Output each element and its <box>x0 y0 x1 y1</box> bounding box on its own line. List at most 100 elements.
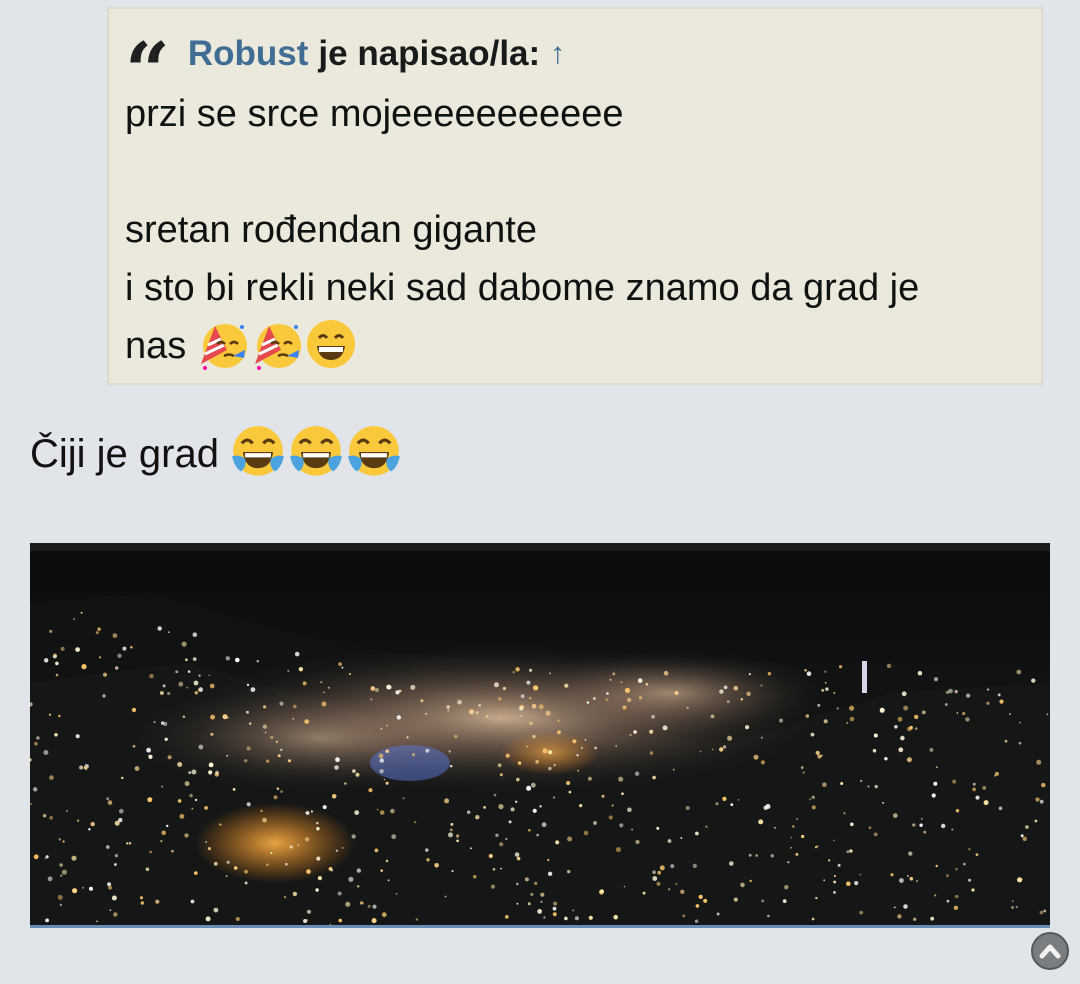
city-light <box>956 712 959 714</box>
city-light <box>633 730 637 734</box>
city-light <box>749 879 752 883</box>
city-light <box>627 697 632 703</box>
city-light <box>529 721 533 725</box>
city-light <box>264 731 267 734</box>
city-light <box>516 777 520 782</box>
city-light <box>745 725 750 730</box>
city-light <box>577 769 580 772</box>
city-light <box>162 684 166 688</box>
scroll-to-top-button[interactable] <box>1031 932 1069 970</box>
city-light <box>450 765 453 768</box>
city-light <box>89 886 93 891</box>
city-light <box>530 892 534 896</box>
city-light <box>209 683 215 689</box>
grinning-face-emoji <box>306 319 355 368</box>
city-light <box>805 714 810 718</box>
city-light <box>36 736 40 740</box>
city-light <box>338 662 342 666</box>
city-light <box>265 759 270 763</box>
city-light <box>867 785 870 788</box>
jump-to-post-icon[interactable]: ↑ <box>550 37 565 71</box>
quote-line: i sto bi rekli neki sad dabome znamo da … <box>125 267 920 309</box>
partying-face-emoji <box>200 323 247 370</box>
city-light <box>505 753 510 758</box>
city-light <box>846 850 850 854</box>
city-light <box>539 805 542 808</box>
city-light <box>57 894 63 900</box>
city-light <box>348 876 354 882</box>
city-light <box>451 869 454 873</box>
city-light <box>836 707 839 710</box>
city-light <box>954 689 958 694</box>
city-light <box>765 804 771 809</box>
city-light <box>385 781 389 785</box>
city-light <box>410 684 416 690</box>
city-light <box>540 900 543 903</box>
city-light <box>386 724 388 727</box>
quote-line: przi se srce mojeeeeeeeeeee <box>125 93 624 135</box>
city-light <box>191 807 194 810</box>
city-light <box>968 878 972 882</box>
city-light <box>182 715 186 718</box>
city-light <box>540 892 545 897</box>
city-light <box>448 832 453 838</box>
city-light <box>306 869 311 874</box>
city-light <box>622 705 627 710</box>
city-light <box>584 738 587 741</box>
city-light <box>631 828 634 831</box>
quote-author-link[interactable]: Robust <box>188 34 309 74</box>
city-light <box>80 611 83 614</box>
quote-header: “ Robust je napisao/la: ↑ <box>125 31 1025 79</box>
city-light <box>381 912 387 918</box>
city-light <box>873 733 878 738</box>
city-light <box>1011 900 1014 902</box>
city-light <box>425 712 427 715</box>
city-light <box>567 869 571 874</box>
city-light <box>572 909 575 912</box>
city-light <box>722 745 727 749</box>
city-light <box>1031 678 1036 683</box>
city-light <box>968 848 971 851</box>
city-light <box>222 714 228 720</box>
city-light <box>316 827 320 831</box>
night-city-fireworks-photo[interactable] <box>30 543 1050 928</box>
city-light <box>572 739 577 744</box>
city-light <box>923 830 927 834</box>
city-light <box>210 732 214 736</box>
city-light <box>75 647 80 652</box>
city-light <box>387 879 390 882</box>
city-light <box>297 844 300 847</box>
city-light <box>54 733 58 737</box>
city-light <box>907 875 909 877</box>
city-light <box>652 870 656 874</box>
city-light <box>298 667 304 672</box>
city-light <box>899 878 904 883</box>
city-light <box>75 734 80 739</box>
city-light <box>1020 834 1024 838</box>
city-light <box>903 904 908 909</box>
city-light <box>414 821 417 824</box>
city-light <box>310 810 313 813</box>
quote-body: przi se srce mojeeeeeeeeeee sretan rođen… <box>125 85 1025 375</box>
city-light <box>244 881 248 885</box>
city-light <box>208 762 214 768</box>
city-light <box>594 746 597 750</box>
city-light <box>380 727 383 730</box>
city-light <box>119 808 124 814</box>
city-light <box>637 678 643 683</box>
city-light <box>328 867 333 871</box>
city-light <box>184 781 190 787</box>
city-light <box>58 838 62 841</box>
city-light <box>758 819 764 825</box>
city-light <box>975 853 979 856</box>
city-light <box>576 754 579 757</box>
city-light <box>543 916 546 919</box>
city-light <box>483 806 486 809</box>
city-light <box>914 714 919 720</box>
city-light <box>1036 759 1042 765</box>
city-light <box>246 710 249 714</box>
city-light <box>276 787 280 790</box>
city-light <box>385 749 389 753</box>
city-light <box>929 747 934 752</box>
city-light <box>486 715 489 718</box>
